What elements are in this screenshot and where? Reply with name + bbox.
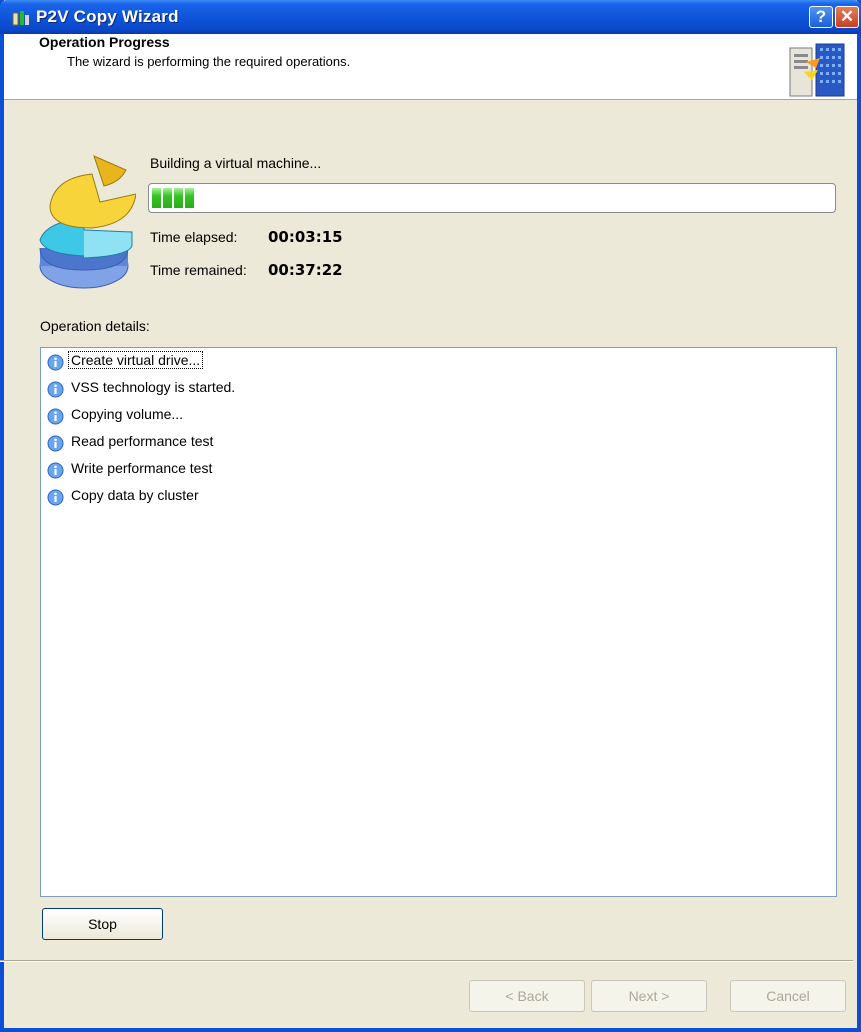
time-elapsed-label: Time elapsed: [150, 229, 238, 245]
next-button[interactable]: Next > [591, 980, 707, 1012]
time-remained-label: Time remained: [150, 262, 247, 278]
list-item-text: Copying volume... [71, 406, 184, 422]
window-title: P2V Copy Wizard [36, 7, 179, 26]
info-icon [47, 462, 64, 479]
progress-segment [163, 188, 172, 208]
page-subtitle: The wizard is performing the required op… [67, 54, 351, 69]
list-item-text: Create virtual drive... [67, 351, 204, 369]
progress-segment [185, 188, 194, 208]
progress-segment [174, 188, 183, 208]
stop-button[interactable]: Stop [42, 908, 163, 940]
help-button[interactable]: ? [809, 6, 833, 28]
app-icon [12, 11, 29, 26]
footer-divider [0, 960, 853, 962]
info-icon [47, 408, 64, 425]
info-icon [47, 381, 64, 398]
server-icon [789, 43, 845, 97]
disk-pie-icon [39, 155, 136, 289]
list-item-text: Read performance test [71, 433, 214, 449]
close-button[interactable]: ✕ [835, 6, 859, 28]
operation-details-list[interactable]: Create virtual drive... VSS technology i… [40, 347, 837, 897]
info-icon [47, 354, 64, 371]
progress-fill [152, 188, 196, 208]
operation-details-label: Operation details: [40, 318, 150, 334]
time-remained-value: 00:37:22 [268, 261, 343, 279]
cancel-button[interactable]: Cancel [730, 980, 846, 1012]
progress-bar [148, 183, 836, 213]
progress-status: Building a virtual machine... [150, 155, 322, 171]
title-bar[interactable]: P2V Copy Wizard ? ✕ [0, 0, 861, 34]
page-title: Operation Progress [39, 34, 170, 50]
back-button[interactable]: < Back [469, 980, 585, 1012]
list-item-text: Write performance test [71, 460, 213, 476]
list-item-text: VSS technology is started. [71, 379, 236, 395]
info-icon [47, 435, 64, 452]
time-elapsed-value: 00:03:15 [268, 228, 343, 246]
list-item-text: Copy data by cluster [71, 487, 199, 503]
progress-segment [152, 188, 161, 208]
info-icon [47, 489, 64, 506]
